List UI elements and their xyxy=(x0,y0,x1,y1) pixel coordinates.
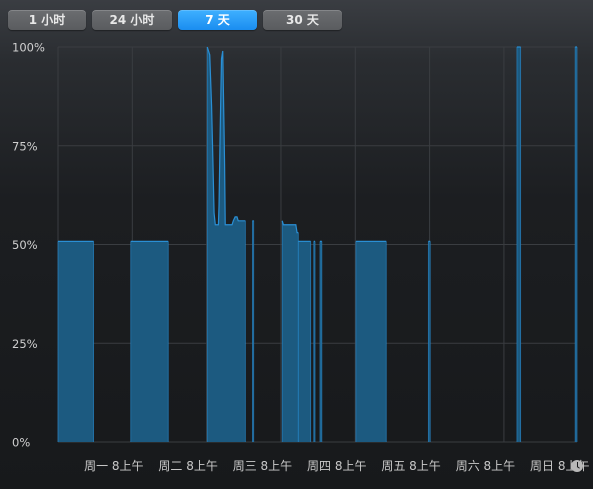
x-tick-label: 周二 8上午 xyxy=(158,459,217,473)
y-axis: 100% 75% 50% 25% 0% xyxy=(12,41,45,450)
y-tick-label: 0% xyxy=(12,436,30,450)
x-tick-label: 周六 8上午 xyxy=(456,459,515,473)
x-tick-label: 周四 8上午 xyxy=(307,459,366,473)
series-area xyxy=(355,241,387,442)
series-area xyxy=(516,47,521,442)
x-tick-label: 周五 8上午 xyxy=(381,459,440,473)
series-area xyxy=(207,47,246,442)
series-area xyxy=(130,241,169,442)
y-tick-label: 50% xyxy=(12,238,38,252)
usage-chart: 100% 75% 50% 25% 0% 周一 8上午 周二 8上午 周三 8上午 周四 8上午… xyxy=(12,41,589,474)
x-tick-label: 周三 8上午 xyxy=(233,459,292,473)
x-tick-label: 周一 8上午 xyxy=(84,459,143,473)
series-area xyxy=(58,241,94,442)
y-tick-label: 100% xyxy=(12,41,45,55)
y-tick-label: 25% xyxy=(12,337,38,351)
series-area xyxy=(282,220,299,442)
y-tick-label: 75% xyxy=(12,139,38,153)
x-axis: 周一 8上午 周二 8上午 周三 8上午 周四 8上午 周五 8上午 周六 8上午 周日 8… xyxy=(84,459,589,473)
clock-icon[interactable] xyxy=(571,460,583,472)
series-area xyxy=(298,241,311,442)
